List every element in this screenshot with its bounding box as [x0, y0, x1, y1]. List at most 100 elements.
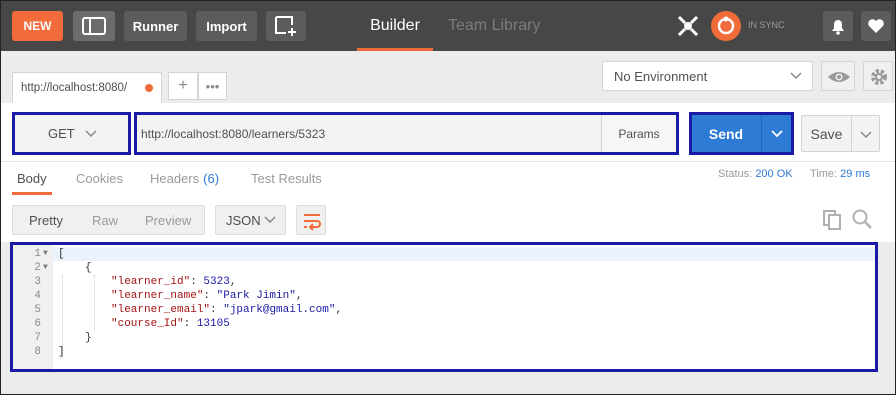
- code-text: [: [58, 248, 65, 260]
- environment-select[interactable]: No Environment: [602, 61, 813, 91]
- code-line: 1 ▼ [: [13, 247, 875, 261]
- toggle-sidebar-button[interactable]: [73, 11, 115, 41]
- json-number: 5323: [203, 276, 230, 288]
- add-tab-button[interactable]: +: [168, 72, 198, 100]
- line-number: 5: [34, 304, 41, 316]
- sidebar-layout-icon: [82, 17, 106, 35]
- response-toolbar: Pretty Raw Preview JSON: [1, 195, 895, 242]
- code-text: "course_Id": 13105: [111, 318, 230, 330]
- response-status: Status: 200 OK: [718, 168, 793, 180]
- json-string: "jpark@gmail.com": [223, 304, 336, 316]
- view-raw[interactable]: Raw: [92, 206, 118, 234]
- response-time: Time: 29 ms: [810, 168, 870, 180]
- wrap-lines-icon: [304, 214, 321, 231]
- code-line: 6 "course_Id": 13105: [13, 317, 875, 331]
- tab-team-library[interactable]: Team Library: [448, 1, 540, 51]
- json-key: "learner_name": [111, 290, 204, 302]
- line-number: 8: [34, 346, 41, 358]
- code-line: 8 ]: [13, 345, 875, 359]
- view-pretty[interactable]: Pretty: [29, 206, 63, 234]
- tab-test-results[interactable]: Test Results: [251, 162, 322, 195]
- fold-arrow-icon[interactable]: ▼: [43, 261, 51, 275]
- manage-environments-button[interactable]: [863, 61, 893, 91]
- chevron-down-icon: [790, 72, 802, 80]
- tab-headers-label: Headers: [150, 171, 200, 186]
- new-window-button[interactable]: [266, 11, 306, 41]
- line-number: 7: [34, 332, 41, 344]
- format-select[interactable]: JSON: [215, 205, 286, 235]
- bell-icon: [832, 20, 844, 35]
- code-line: 4 "learner_name": "Park Jimin",: [13, 289, 875, 303]
- unsaved-dot-icon: [145, 84, 153, 92]
- line-number: 2: [34, 262, 41, 274]
- status-label: Status:: [718, 168, 753, 180]
- code-text: "learner_name": "Park Jimin",: [111, 290, 303, 302]
- import-button[interactable]: Import: [196, 11, 257, 41]
- eye-icon: [828, 72, 850, 82]
- interceptor-satellite-icon[interactable]: [675, 13, 701, 39]
- response-tabs: Body Cookies Headers (6) Test Results St…: [1, 161, 895, 195]
- format-value: JSON: [226, 212, 261, 228]
- line-number: 6: [34, 318, 41, 330]
- view-preview[interactable]: Preview: [145, 206, 191, 234]
- notifications-button[interactable]: [823, 11, 853, 41]
- tab-builder[interactable]: Builder: [357, 1, 433, 51]
- line-number: 4: [34, 290, 41, 302]
- request-tabs-row: http://localhost:8080/ + ••• No Environm…: [1, 51, 895, 103]
- json-key: "course_Id": [111, 318, 184, 330]
- environment-selected: No Environment: [614, 68, 708, 84]
- top-header: NEW Runner Import Builder Team Library I…: [1, 1, 895, 51]
- code-text: }: [85, 332, 92, 344]
- heart-icon: [868, 19, 884, 33]
- params-button[interactable]: Params: [601, 115, 676, 152]
- code-text: ]: [58, 346, 65, 358]
- save-button[interactable]: Save: [801, 115, 852, 152]
- favorites-button[interactable]: [861, 11, 891, 41]
- more-tabs-button[interactable]: •••: [198, 72, 227, 100]
- url-bar: Params: [134, 112, 679, 155]
- json-key: "learner_email": [111, 304, 211, 316]
- view-mode-group: Pretty Raw Preview: [12, 205, 205, 235]
- method-value: GET: [48, 126, 75, 141]
- chevron-down-icon: [771, 130, 783, 138]
- send-options-button[interactable]: [761, 115, 791, 152]
- code-line: 3 "learner_id": 5323,: [13, 275, 875, 289]
- copy-icon[interactable]: [822, 209, 842, 231]
- url-input[interactable]: [137, 115, 599, 152]
- sync-status-icon[interactable]: [711, 11, 741, 41]
- code-text: "learner_id": 5323,: [111, 276, 237, 288]
- request-tab[interactable]: http://localhost:8080/: [12, 72, 162, 103]
- chevron-down-icon: [860, 131, 872, 139]
- wrap-lines-button[interactable]: [296, 205, 326, 235]
- json-key: "learner_id": [111, 276, 191, 288]
- gear-icon: [871, 69, 887, 85]
- code-text: {: [85, 262, 92, 274]
- chevron-down-icon: [85, 130, 97, 138]
- send-button-group: Send: [689, 112, 794, 155]
- chevron-down-icon: [264, 216, 276, 224]
- environment-quick-look-button[interactable]: [821, 61, 855, 91]
- json-number: 13105: [196, 318, 230, 330]
- time-value: 29 ms: [840, 168, 871, 180]
- time-label: Time:: [810, 168, 838, 180]
- save-options-button[interactable]: [852, 115, 880, 152]
- code-line: 2 ▼ {: [13, 261, 875, 275]
- response-body-editor[interactable]: 1 ▼ [ 2 ▼ { 3 "learner_id": 5323, 4 "lea…: [10, 242, 878, 372]
- new-button[interactable]: NEW: [12, 11, 63, 41]
- line-number: 1: [34, 248, 41, 260]
- request-tab-title: http://localhost:8080/: [21, 82, 128, 94]
- tab-cookies[interactable]: Cookies: [76, 162, 123, 195]
- status-value: 200 OK: [755, 168, 793, 180]
- search-icon[interactable]: [851, 208, 873, 230]
- new-window-icon: [275, 16, 296, 36]
- fold-arrow-icon[interactable]: ▼: [43, 247, 51, 261]
- sync-status-label: IN SYNC: [748, 20, 785, 30]
- method-select[interactable]: GET: [12, 112, 131, 155]
- runner-button[interactable]: Runner: [124, 11, 187, 41]
- headers-count-badge: (6): [203, 171, 220, 186]
- send-button[interactable]: Send: [692, 115, 760, 152]
- code-line: 7 }: [13, 331, 875, 345]
- line-number: 3: [34, 276, 41, 288]
- tab-body[interactable]: Body: [12, 162, 52, 195]
- tab-headers[interactable]: Headers (6): [150, 162, 219, 195]
